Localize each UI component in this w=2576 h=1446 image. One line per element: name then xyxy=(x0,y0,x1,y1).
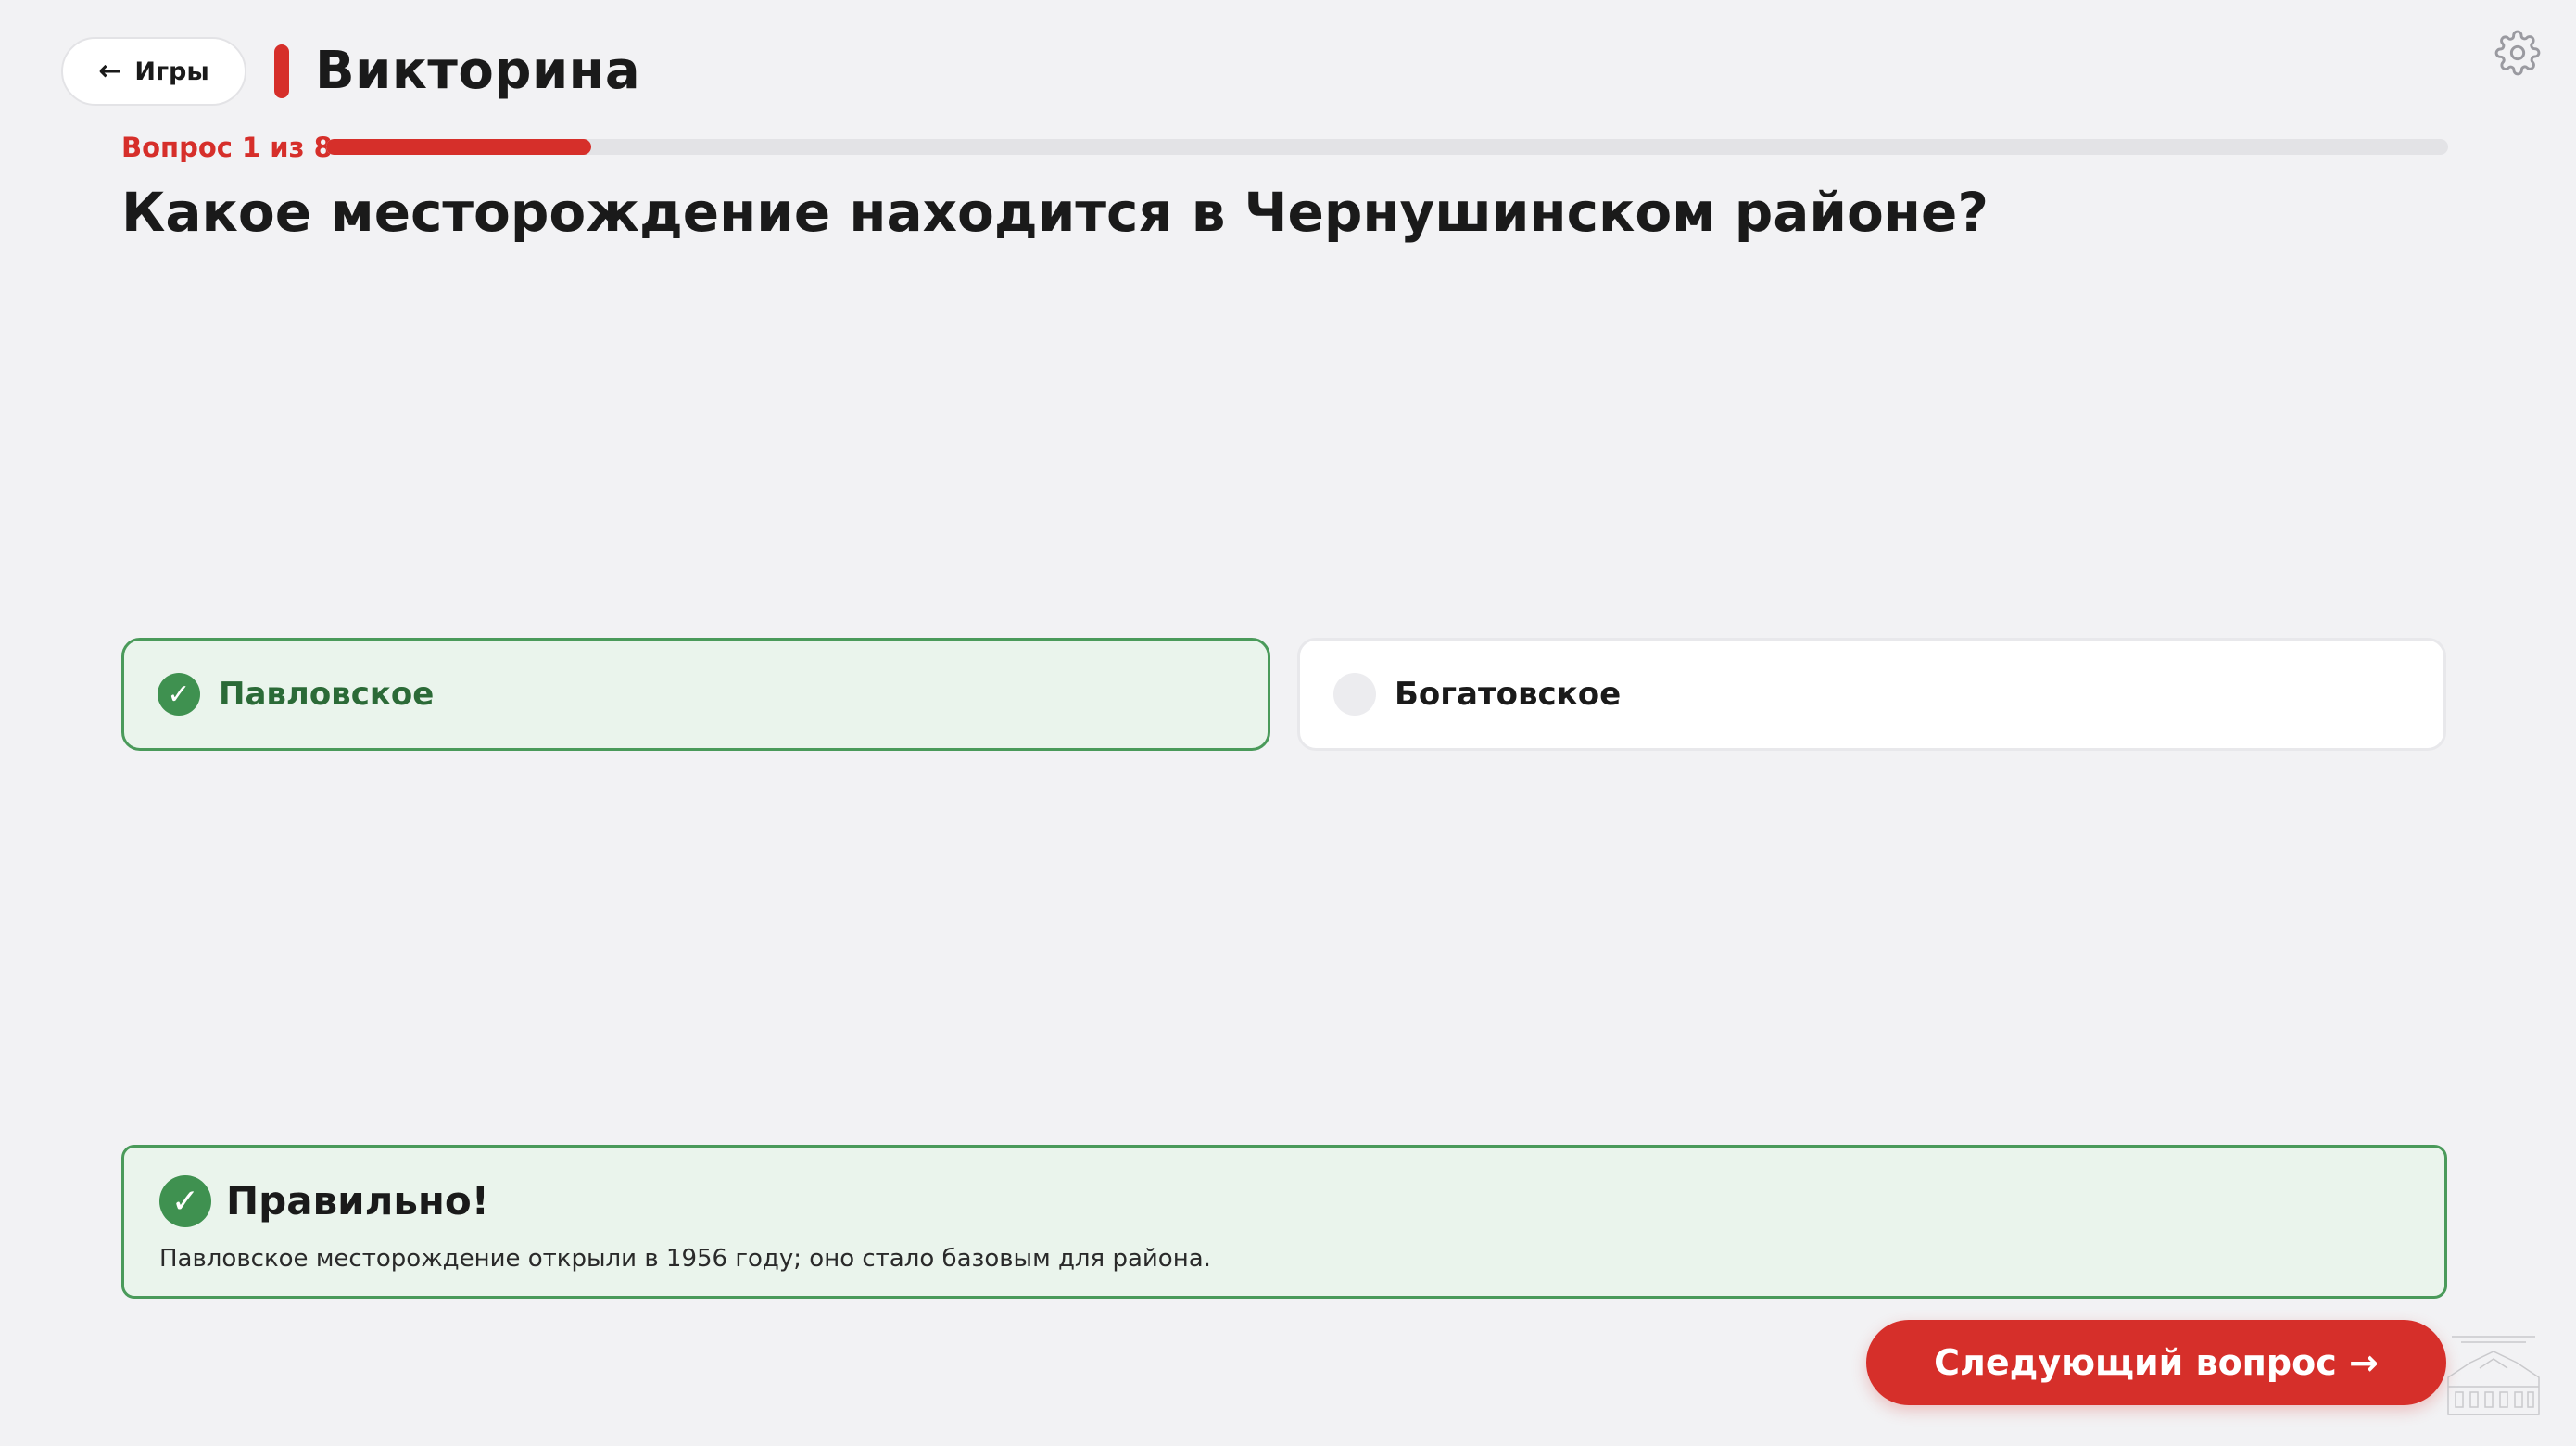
back-button-label: Игры xyxy=(134,57,209,86)
answer-option-label: Богатовское xyxy=(1395,676,1622,713)
progress-fill xyxy=(326,139,592,155)
answer-option[interactable]: Богатовское xyxy=(1297,638,2446,751)
museum-logo xyxy=(2447,1336,2540,1415)
radio-icon xyxy=(1333,673,1376,716)
title-accent-bar xyxy=(274,44,289,98)
arrow-left-icon: ← xyxy=(98,55,122,87)
feedback-text: Павловское месторождение открыли в 1956 … xyxy=(159,1245,1211,1273)
check-icon: ✓ xyxy=(158,673,200,716)
next-question-button[interactable]: Следующий вопрос → xyxy=(1866,1320,2446,1405)
answer-option-label: Павловское xyxy=(219,676,435,713)
feedback-panel: ✓ Правильно! Павловское месторождение от… xyxy=(121,1145,2447,1299)
back-to-games-button[interactable]: ← Игры xyxy=(61,37,246,106)
check-icon: ✓ xyxy=(159,1175,211,1227)
answer-option-correct[interactable]: ✓ Павловское xyxy=(121,638,1270,751)
gear-icon[interactable] xyxy=(2494,30,2541,76)
question-text: Какое месторождение находится в Чернушин… xyxy=(121,181,1989,244)
page-title: Викторина xyxy=(315,41,641,101)
feedback-title: Правильно! xyxy=(226,1178,489,1224)
question-counter: Вопрос 1 из 8 xyxy=(121,132,333,163)
progress-bar xyxy=(326,139,2448,155)
